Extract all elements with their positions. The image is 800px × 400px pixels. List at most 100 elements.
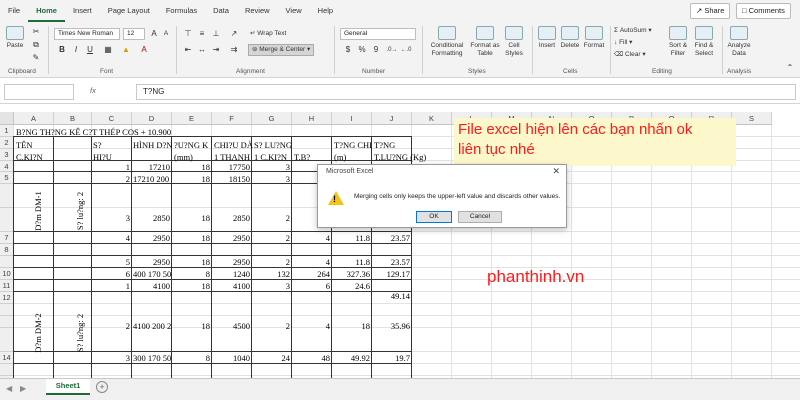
bold-button[interactable]: B — [56, 44, 68, 56]
row-header[interactable]: 4 — [0, 161, 14, 172]
column-header-g[interactable]: G — [252, 112, 292, 125]
tab-formulas[interactable]: Formulas — [158, 0, 205, 22]
row-header[interactable] — [0, 304, 14, 316]
cell-j2[interactable]: T?NG — [374, 140, 395, 150]
cell-f12[interactable]: 4100 — [212, 281, 250, 291]
column-header-i[interactable]: I — [332, 112, 372, 125]
column-header-h[interactable]: H — [292, 112, 332, 125]
cell-d8[interactable]: 2950 — [132, 233, 170, 243]
cell-h3[interactable]: T.B? — [294, 152, 310, 162]
row-header[interactable]: 1 — [0, 125, 14, 137]
row-header[interactable]: 7 — [0, 232, 14, 244]
autosum-button[interactable]: Σ AutoSum ▾ — [614, 26, 652, 36]
column-header-j[interactable]: J — [372, 112, 412, 125]
cell-g14[interactable]: 2 — [252, 321, 290, 331]
underline-button[interactable]: U — [84, 44, 96, 56]
font-name-select[interactable]: Times New Roman — [54, 28, 120, 40]
cancel-button[interactable]: Cancel — [458, 211, 502, 223]
row-header[interactable] — [0, 184, 14, 208]
cell-c3[interactable]: HI?U — [93, 152, 112, 162]
column-header-c[interactable]: C — [92, 112, 132, 125]
increase-decimal-icon[interactable]: .0→ — [386, 44, 398, 56]
cell-c14[interactable]: 2 — [92, 321, 130, 331]
row-header[interactable]: 11 — [0, 280, 14, 292]
percent-button[interactable]: % — [356, 44, 368, 56]
row-header[interactable]: 5 — [0, 172, 14, 184]
cell-d16[interactable]: 300 170 50 — [133, 353, 171, 363]
cell-a2[interactable]: TÊN — [16, 140, 33, 150]
cell-f7[interactable]: 2850 — [212, 213, 250, 223]
cell-d12[interactable]: 4100 — [132, 281, 170, 291]
cell-e4[interactable]: 18 — [172, 162, 211, 172]
tab-help[interactable]: Help — [310, 0, 341, 22]
cell-d11[interactable]: 400 170 50 — [133, 269, 171, 279]
cell-f16[interactable]: 1040 — [212, 353, 250, 363]
cell-h11[interactable]: 264 — [292, 269, 330, 279]
row-header[interactable]: 2 — [0, 137, 14, 149]
cell-f5[interactable]: 18150 — [212, 174, 250, 184]
cell-c4[interactable]: 1 — [92, 162, 130, 172]
format-painter-icon[interactable]: ✎ — [30, 52, 42, 64]
cell-f8[interactable]: 2950 — [212, 233, 250, 243]
cell-d10[interactable]: 2950 — [132, 257, 170, 267]
row-header[interactable] — [0, 364, 14, 376]
cell-c12[interactable]: 1 — [92, 281, 130, 291]
cell-e12[interactable]: 18 — [172, 281, 211, 291]
cell-e8[interactable]: 18 — [172, 233, 211, 243]
copy-icon[interactable]: ⧉ — [30, 39, 42, 51]
collapse-ribbon-icon[interactable]: ⌃ — [784, 62, 796, 74]
cell-f11[interactable]: 1240 — [212, 269, 250, 279]
close-icon[interactable]: ✕ — [552, 166, 560, 177]
cell-j16[interactable]: 19.7 — [372, 353, 410, 363]
cell-a1[interactable]: B?NG TH?NG KÊ C?T THÉP COS + 10.900 — [16, 127, 171, 137]
font-size-select[interactable]: 12 — [123, 28, 145, 40]
name-box[interactable] — [4, 84, 74, 100]
cell-g3[interactable]: 1 C.KI?N — [254, 152, 287, 162]
cell-e14[interactable]: 18 — [172, 321, 211, 331]
cell-g4[interactable]: 3 — [252, 162, 290, 172]
cell-c10[interactable]: 5 — [92, 257, 130, 267]
fill-color-icon[interactable]: ▲ — [120, 44, 132, 56]
column-header-a[interactable]: A — [14, 112, 54, 125]
borders-icon[interactable]: ▦ — [102, 44, 114, 56]
conditional-formatting-button[interactable]: Conditional Formatting — [426, 26, 468, 58]
cell-j12[interactable]: 49.14 — [372, 291, 410, 301]
column-header-k[interactable]: K — [412, 112, 452, 125]
tab-review[interactable]: Review — [237, 0, 278, 22]
row-header[interactable] — [0, 256, 14, 268]
align-left-icon[interactable]: ⇤ — [182, 44, 194, 56]
add-sheet-icon[interactable]: + — [96, 381, 108, 393]
tab-home[interactable]: Home — [28, 0, 65, 22]
analyze-data-button[interactable]: Analyze Data — [726, 26, 752, 58]
cell-b-merged-dm1[interactable]: S? lu?ng: 2 — [75, 181, 85, 241]
orientation-icon[interactable]: ↗ — [228, 28, 240, 40]
align-center-icon[interactable]: ↔ — [196, 44, 208, 56]
cell-j10[interactable]: 23.57 — [372, 257, 410, 267]
cell-h16[interactable]: 48 — [292, 353, 331, 363]
cell-j14[interactable]: 35.96 — [372, 321, 410, 331]
cell-d4[interactable]: 17210 — [132, 162, 170, 172]
cell-i3[interactable]: (m) — [334, 152, 346, 162]
cell-a-merged-dm2[interactable]: D?m DM-2 — [33, 303, 43, 363]
align-bottom-icon[interactable]: ⊥ — [210, 28, 222, 40]
row-header[interactable]: 3 — [0, 149, 14, 161]
insert-cells-button[interactable]: Insert — [536, 26, 558, 50]
wrap-text-button[interactable]: ↵ Wrap Text — [250, 29, 286, 39]
cell-h10[interactable]: 4 — [292, 257, 330, 267]
tab-view[interactable]: View — [278, 0, 310, 22]
prev-sheet-icon[interactable]: ◀ — [6, 384, 12, 393]
cell-j3[interactable]: T.LU?NG (Kg) — [374, 152, 426, 162]
cell-a3[interactable]: C.KI?N — [16, 152, 43, 162]
number-format-select[interactable]: General — [340, 28, 416, 40]
tab-page-layout[interactable]: Page Layout — [100, 0, 158, 22]
cell-d2[interactable]: HÌNH D?N — [133, 140, 172, 150]
formula-input[interactable]: T?NG — [136, 84, 796, 100]
cell-g5[interactable]: 3 — [252, 174, 290, 184]
sort-filter-button[interactable]: Sort & Filter — [666, 26, 690, 58]
tab-insert[interactable]: Insert — [65, 0, 100, 22]
tab-file[interactable]: File — [0, 0, 28, 22]
format-as-table-button[interactable]: Format as Table — [468, 26, 502, 58]
cell-i2[interactable]: T?NG CHI — [334, 140, 372, 150]
increase-font-icon[interactable]: A — [148, 28, 160, 40]
column-header-s[interactable]: S — [732, 112, 772, 125]
